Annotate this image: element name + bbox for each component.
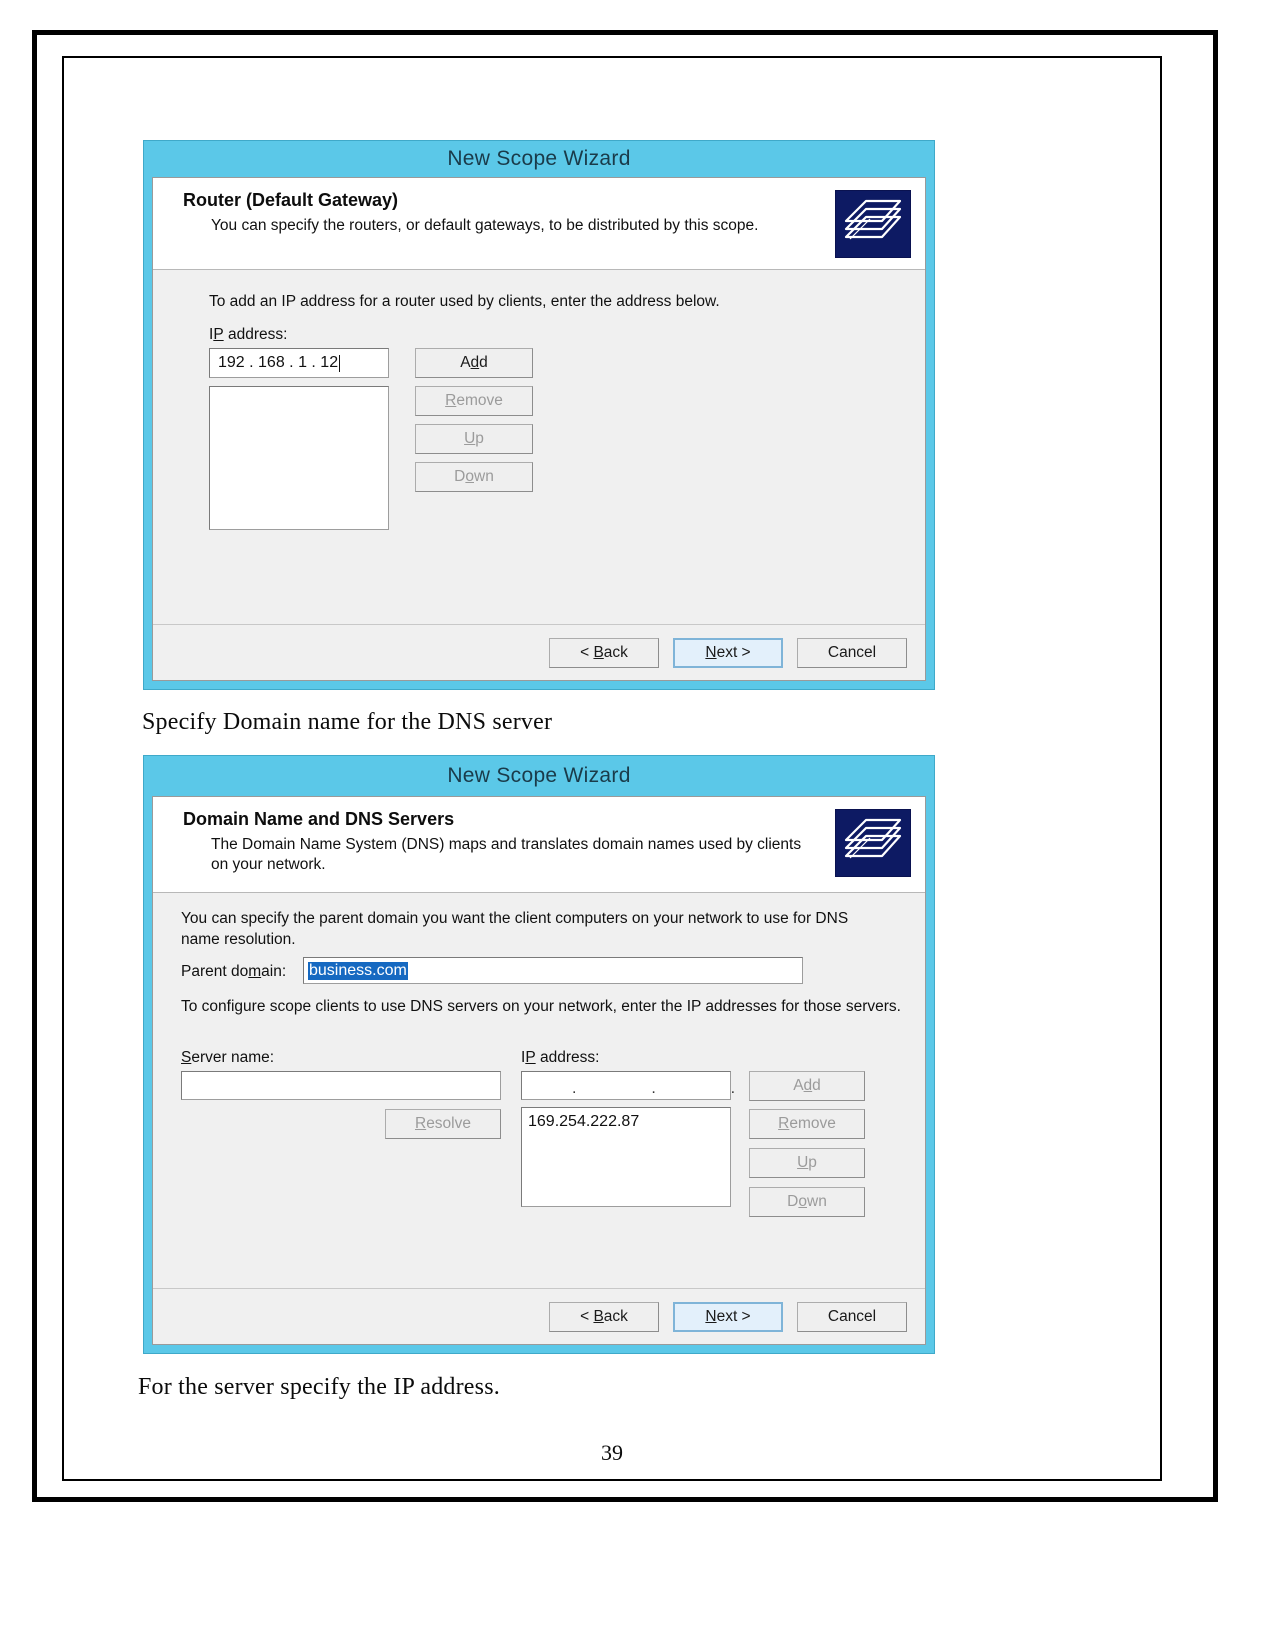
router-back-label: < Back (580, 643, 628, 661)
dns-parent-domain-input[interactable]: business.com (303, 957, 803, 984)
dns-back-label: < Back (580, 1307, 628, 1325)
dns-down-label: Down (787, 1193, 827, 1210)
paragraph-specify-domain-name: Specify Domain name for the DNS server (142, 709, 553, 735)
router-next-button[interactable]: Next > (673, 637, 783, 668)
dns-ip-address-value: . . . (572, 1080, 758, 1097)
router-header-texts: Router (Default Gateway) You can specify… (183, 190, 825, 236)
dns-instruction-dns-servers: To configure scope clients to use DNS se… (181, 998, 901, 1015)
dns-dialog-header: Domain Name and DNS Servers The Domain N… (153, 797, 925, 893)
dns-dialog-footer: < Back Next > Cancel (153, 1288, 925, 1344)
folders-stack-icon (835, 809, 911, 877)
dialog-domain-name-and-dns-servers: New Scope Wizard Domain Name and DNS Ser… (144, 756, 934, 1353)
router-cancel-label: Cancel (827, 643, 877, 661)
list-item[interactable]: 169.254.222.87 (528, 1112, 724, 1133)
paragraph-server-specify-ip: For the server specify the IP address. (138, 1374, 500, 1400)
dns-next-button[interactable]: Next > (673, 1301, 783, 1332)
router-back-button[interactable]: < Back (549, 637, 659, 668)
dns-header-description: The Domain Name System (DNS) maps and tr… (211, 836, 802, 874)
dns-parent-domain-label: Parent domain: (181, 963, 287, 980)
dns-resolve-label: Resolve (414, 1115, 471, 1132)
dns-ip-address-input[interactable]: . . . (521, 1071, 735, 1100)
router-add-button[interactable]: Add (415, 348, 533, 378)
dns-up-label: Up (797, 1154, 817, 1171)
router-remove-label: Remove (445, 392, 503, 409)
router-header-description: You can specify the routers, or default … (211, 217, 759, 234)
dns-remove-label: Remove (778, 1115, 836, 1132)
dns-down-button[interactable]: Down (749, 1187, 865, 1217)
dns-instruction-parent-domain: You can specify the parent domain you wa… (181, 910, 849, 948)
router-next-label: Next > (705, 643, 751, 661)
dns-ip-list[interactable]: 169.254.222.87 (521, 1107, 731, 1207)
router-remove-button[interactable]: Remove (415, 386, 533, 416)
text-caret (339, 354, 341, 372)
router-dialog-main: To add an IP address for a router used b… (153, 270, 925, 624)
dns-next-label: Next > (705, 1307, 751, 1325)
dialog-router-default-gateway: New Scope Wizard Router (Default Gateway… (144, 141, 934, 689)
dns-server-name-input[interactable] (181, 1071, 501, 1100)
dns-server-name-label: Server name: (181, 1049, 275, 1066)
dns-dialog-titlebar: New Scope Wizard (144, 756, 934, 796)
dns-ip-address-label: IP address: (521, 1049, 600, 1066)
dns-resolve-button[interactable]: Resolve (385, 1109, 501, 1139)
router-dialog-titlebar: New Scope Wizard (144, 141, 934, 177)
dns-dialog-body: Domain Name and DNS Servers The Domain N… (152, 796, 926, 1345)
router-down-label: Down (454, 468, 494, 485)
page-number: 39 (601, 1440, 623, 1465)
dns-cancel-label: Cancel (827, 1307, 877, 1325)
router-ip-address-input[interactable]: 192 . 168 . 1 . 12 (209, 348, 389, 378)
dns-header-texts: Domain Name and DNS Servers The Domain N… (183, 809, 825, 876)
dns-header-title: Domain Name and DNS Servers (183, 809, 455, 829)
router-up-label: Up (464, 430, 484, 447)
dns-remove-button[interactable]: Remove (749, 1109, 865, 1139)
router-cancel-button[interactable]: Cancel (797, 637, 907, 668)
router-dialog-footer: < Back Next > Cancel (153, 624, 925, 680)
router-dialog-header: Router (Default Gateway) You can specify… (153, 178, 925, 270)
router-up-button[interactable]: Up (415, 424, 533, 454)
dns-back-button[interactable]: < Back (549, 1301, 659, 1332)
router-ip-address-value: 192 . 168 . 1 . 12 (218, 354, 339, 371)
folders-stack-icon (835, 190, 911, 258)
dns-add-label: Add (793, 1077, 821, 1094)
dns-cancel-button[interactable]: Cancel (797, 1301, 907, 1332)
dns-up-button[interactable]: Up (749, 1148, 865, 1178)
router-dialog-title: New Scope Wizard (447, 147, 631, 170)
dns-parent-domain-value: business.com (308, 961, 408, 980)
router-instruction-text: To add an IP address for a router used b… (209, 293, 720, 310)
dns-add-button[interactable]: Add (749, 1071, 865, 1101)
page-content: New Scope Wizard Router (Default Gateway… (62, 56, 1162, 1481)
dns-dialog-main: You can specify the parent domain you wa… (153, 893, 925, 1288)
router-add-label: Add (460, 354, 488, 371)
router-dialog-body: Router (Default Gateway) You can specify… (152, 177, 926, 681)
router-header-title: Router (Default Gateway) (183, 190, 399, 210)
router-ip-address-label: IP address: (209, 326, 288, 343)
router-down-button[interactable]: Down (415, 462, 533, 492)
router-ip-list[interactable] (209, 386, 389, 530)
dns-dialog-title: New Scope Wizard (447, 764, 631, 787)
